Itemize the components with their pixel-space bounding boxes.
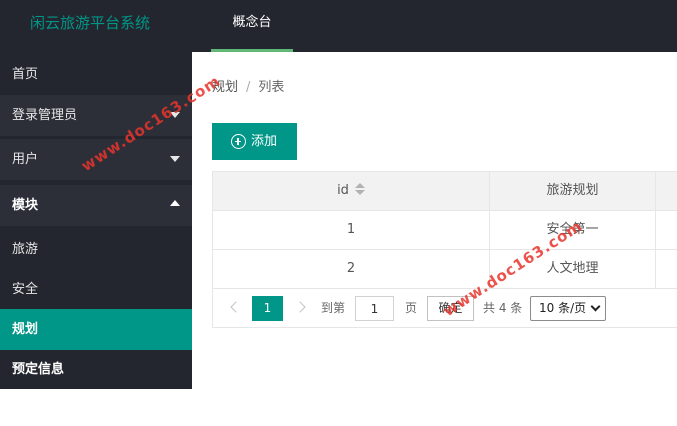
sidebar-item-label: 预定信息 [12,362,65,377]
column-header-label: 旅游规划 [546,183,599,198]
sidebar-item-label: 模块 [12,198,39,213]
sidebar-item-plan[interactable]: 规划 [0,309,192,350]
sidebar-item-label: 首页 [12,67,39,82]
sidebar-item-label: 规划 [12,322,39,337]
table-row[interactable]: 1 安全第一 [213,211,677,250]
breadcrumb-separator: / [246,80,251,95]
sidebar-item-module[interactable]: 模块 [0,185,192,226]
app-root: 闲云旅游平台系统 概念台 首页 登录管理员 用户 模块 旅游 安全 规划 预定信 [0,0,677,426]
cell-id: 2 [213,250,490,288]
sidebar-item-label: 安全 [12,282,39,297]
goto-prefix-label: 到第 [321,301,346,315]
sidebar-item-label: 登录管理员 [12,108,78,123]
top-header: 闲云旅游平台系统 概念台 [0,0,677,52]
caret-down-icon [170,156,180,162]
breadcrumb-current: 列表 [258,80,285,95]
page-button-current[interactable]: 1 [252,296,283,321]
sidebar-item-booking[interactable]: 预定信息 [0,349,192,390]
sort-icon[interactable] [354,183,365,195]
column-header-id[interactable]: id [213,172,490,210]
column-header-plan: 旅游规划 [490,172,656,210]
table-header-row: id 旅游规划 [213,172,677,211]
add-button[interactable]: 添加 [212,123,297,160]
plus-circle-icon [231,134,246,149]
cell-extra [656,250,677,288]
sidebar-item-home[interactable]: 首页 [0,54,192,95]
cell-id: 1 [213,211,490,249]
column-header-label: id [337,183,349,198]
cell-extra [656,211,677,249]
app-title: 闲云旅游平台系统 [30,14,151,32]
sidebar-item-label: 旅游 [12,242,39,257]
chevron-down-icon [590,301,601,312]
add-button-label: 添加 [251,134,278,149]
chevron-left-icon[interactable] [230,301,242,313]
sidebar: 首页 登录管理员 用户 模块 旅游 安全 规划 预定信息 [0,52,192,389]
goto-page-input[interactable] [355,296,394,321]
page-size-value: 10 条/页 [539,301,587,315]
goto-suffix-label: 页 [405,301,418,315]
tab-console[interactable]: 概念台 [211,0,293,52]
sidebar-item-safety[interactable]: 安全 [0,269,192,310]
table-row[interactable]: 2 人文地理 [213,250,677,289]
caret-up-icon [170,200,180,206]
chevron-right-icon[interactable] [294,301,306,313]
page-size-select[interactable]: 10 条/页 [530,296,606,321]
column-header-extra [656,172,677,210]
data-table: id 旅游规划 1 安全第一 2 人文地理 [212,171,677,289]
sidebar-item-label: 用户 [12,152,39,167]
sidebar-item-travel[interactable]: 旅游 [0,229,192,270]
active-tab-underline [211,49,293,52]
